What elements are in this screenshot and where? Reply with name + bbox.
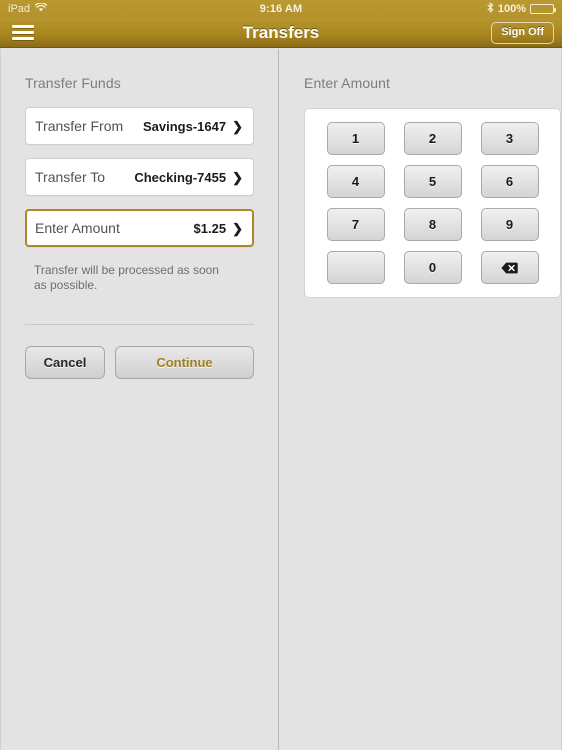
cancel-button[interactable]: Cancel <box>25 346 105 379</box>
transfer-from-value: Savings-1647 <box>142 118 227 134</box>
enter-amount-value-group: $1.25 ❯ <box>194 221 243 236</box>
transfer-funds-heading: Transfer Funds <box>25 75 121 91</box>
wifi-icon <box>34 2 48 15</box>
transfer-from-value-group: Savings-1647 ❯ <box>143 119 243 134</box>
keypad-key-label: 3 <box>505 131 514 146</box>
keypad-key-7[interactable]: 7 <box>326 208 385 241</box>
chevron-right-icon: ❯ <box>232 169 243 185</box>
battery-percent-label: 100% <box>497 3 526 15</box>
processing-note: Transfer will be processed as soon as po… <box>34 263 219 292</box>
keypad-key-1[interactable]: 1 <box>326 122 385 155</box>
keypad-key-9[interactable]: 9 <box>480 208 539 241</box>
transfer-form-pane: Transfer Funds Transfer From Savings-164… <box>0 49 279 750</box>
hamburger-bar <box>12 31 34 34</box>
keypad-key-6[interactable]: 6 <box>480 165 539 198</box>
enter-amount-row[interactable]: Enter Amount $1.25 ❯ <box>25 209 254 247</box>
status-bar-time: 9:16 AM <box>259 3 303 15</box>
keypad-key-label: 2 <box>428 131 437 146</box>
transfer-from-label: Transfer From <box>35 118 124 134</box>
chevron-right-icon: ❯ <box>232 220 243 236</box>
numeric-keypad-panel: 1 2 3 4 5 6 7 8 9 0 <box>304 108 561 298</box>
keypad-key-3[interactable]: 3 <box>480 122 539 155</box>
keypad-key-5[interactable]: 5 <box>403 165 462 198</box>
transfer-to-label: Transfer To <box>35 169 106 185</box>
enter-amount-value: $1.25 <box>193 220 227 236</box>
content-area: Transfer Funds Transfer From Savings-164… <box>0 49 562 750</box>
keypad-key-label: 8 <box>428 217 437 232</box>
transfer-to-value-group: Checking-7455 ❯ <box>134 170 243 185</box>
transfer-form: Transfer From Savings-1647 ❯ Transfer To… <box>1 107 278 293</box>
keypad-key-0[interactable]: 0 <box>403 251 462 284</box>
keypad-key-label: 9 <box>505 217 514 232</box>
enter-amount-label: Enter Amount <box>35 220 120 236</box>
keypad-key-label: 1 <box>351 131 360 146</box>
page-title: Transfers <box>242 22 320 42</box>
keypad-key-label: 4 <box>351 174 360 189</box>
hamburger-menu-icon[interactable] <box>0 18 44 48</box>
transfer-to-row[interactable]: Transfer To Checking-7455 ❯ <box>25 158 254 196</box>
app-root: iPad 9:16 AM 100% Transfers Sign Off Tra… <box>0 0 562 750</box>
keypad-key-label: 5 <box>428 174 437 189</box>
transfer-from-row[interactable]: Transfer From Savings-1647 ❯ <box>25 107 254 145</box>
keypad-pane: Enter Amount 1 2 3 4 5 6 7 8 9 0 <box>279 49 562 750</box>
continue-button[interactable]: Continue <box>115 346 254 379</box>
battery-full-icon <box>530 4 556 14</box>
keypad-key-4[interactable]: 4 <box>326 165 385 198</box>
form-actions: Cancel Continue <box>1 325 278 379</box>
keypad-key-backspace[interactable] <box>480 251 539 284</box>
keypad-key-2[interactable]: 2 <box>403 122 462 155</box>
keypad-key-label: 6 <box>505 174 514 189</box>
hamburger-bar <box>12 37 34 40</box>
nav-toolbar: Transfers Sign Off <box>0 18 562 48</box>
bluetooth-icon <box>487 2 494 16</box>
transfer-to-value: Checking-7455 <box>134 169 227 185</box>
status-bar-left: iPad <box>8 2 48 15</box>
enter-amount-heading: Enter Amount <box>304 75 391 91</box>
keypad-key-blank <box>326 251 385 284</box>
device-label: iPad <box>8 3 31 15</box>
keypad-key-label: 0 <box>428 260 437 275</box>
keypad-key-label: 7 <box>351 217 360 232</box>
status-bar: iPad 9:16 AM 100% <box>0 0 562 18</box>
hamburger-bar <box>12 25 34 28</box>
numeric-keypad-grid: 1 2 3 4 5 6 7 8 9 0 <box>305 122 560 284</box>
keypad-key-8[interactable]: 8 <box>403 208 462 241</box>
sign-off-button[interactable]: Sign Off <box>491 21 554 44</box>
status-bar-right: 100% <box>487 2 556 16</box>
backspace-icon <box>501 262 518 274</box>
chevron-right-icon: ❯ <box>232 118 243 134</box>
